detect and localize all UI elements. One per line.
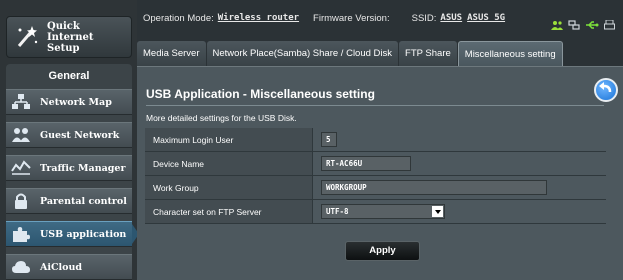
max-login-label: Maximum Login User — [145, 128, 312, 151]
form-row-charset: Character set on FTP Server UTF-8 — [145, 200, 606, 224]
status-icons — [551, 17, 615, 35]
usb-icon[interactable] — [585, 17, 599, 35]
tab-media-server[interactable]: Media Server — [137, 41, 206, 66]
ssid-link-1[interactable]: ASUS — [440, 13, 462, 23]
sidebar-item-traffic-manager[interactable]: Traffic Manager — [6, 155, 132, 181]
sidebar-item-label: AiCloud — [40, 261, 83, 273]
printer-icon[interactable] — [604, 17, 615, 35]
device-name-label: Device Name — [145, 152, 312, 175]
chevron-down-icon — [432, 206, 443, 217]
sidebar-item-label: Guest Network — [40, 129, 120, 141]
form-row-work-group: Work Group WORKGROUP — [145, 176, 606, 200]
lock-icon — [10, 191, 32, 211]
sidebar-item-aicloud[interactable]: AiCloud — [6, 254, 132, 280]
sidebar-item-parental-control[interactable]: Parental control — [6, 188, 132, 214]
magic-wand-icon — [13, 24, 39, 50]
tab-bar: Media Server Network Place(Samba) Share … — [137, 41, 564, 66]
charset-select[interactable]: UTF-8 — [321, 204, 445, 219]
device-name-input[interactable]: RT-AC66U — [321, 156, 411, 171]
content-panel: USB Application - Miscellaneous setting … — [137, 66, 623, 280]
sidebar-item-label: Parental control — [40, 195, 127, 207]
page-title: USB Application - Miscellaneous setting — [146, 87, 375, 101]
form-row-device-name: Device Name RT-AC66U — [145, 152, 606, 176]
sidebar-item-label: Network Map — [40, 96, 112, 108]
sidebar-item-network-map[interactable]: Network Map — [6, 89, 132, 115]
sidebar-item-label: Traffic Manager — [40, 162, 126, 174]
title-divider — [146, 105, 604, 106]
cloud-icon — [10, 257, 32, 277]
back-button[interactable] — [594, 78, 618, 102]
charset-label: Character set on FTP Server — [145, 200, 312, 223]
max-login-input[interactable]: 5 — [321, 132, 337, 147]
quick-internet-setup-button[interactable]: Quick Internet Setup — [6, 16, 132, 58]
charset-selected-value: UTF-8 — [326, 207, 349, 216]
puzzle-icon — [10, 224, 32, 244]
tab-miscellaneous-setting[interactable]: Miscellaneous setting — [457, 41, 563, 66]
tab-ftp-share[interactable]: FTP Share — [399, 41, 457, 66]
ssid-link-2[interactable]: ASUS_5G — [467, 13, 505, 23]
general-title: General — [48, 70, 90, 82]
sidebar-item-label: USB application — [40, 228, 127, 240]
form-row-max-login: Maximum Login User 5 — [145, 128, 606, 152]
ssid-label: SSID: — [411, 12, 437, 24]
quick-internet-setup-label: Quick Internet Setup — [47, 20, 94, 54]
tab-network-place-samba[interactable]: Network Place(Samba) Share / Cloud Disk — [206, 41, 399, 66]
traffic-manager-icon — [10, 158, 32, 178]
network-map-icon — [10, 92, 32, 112]
sidebar: Quick Internet Setup General Network Map… — [0, 0, 139, 280]
firmware-version-label: Firmware Version: — [313, 12, 390, 24]
settings-form: Maximum Login User 5 Device Name RT-AC66… — [145, 128, 606, 224]
network-icon[interactable] — [568, 17, 580, 35]
apply-button[interactable]: Apply — [345, 241, 420, 261]
operation-mode-label: Operation Mode: — [143, 12, 214, 24]
sidebar-item-usb-application[interactable]: USB application — [6, 221, 132, 247]
sidebar-item-guest-network[interactable]: Guest Network — [6, 122, 132, 148]
operation-mode-link[interactable]: Wireless router — [218, 13, 299, 23]
user-icon[interactable] — [551, 17, 563, 35]
guest-network-icon — [10, 125, 32, 145]
work-group-label: Work Group — [145, 176, 312, 199]
page-description: More detailed settings for the USB Disk. — [146, 113, 297, 123]
back-arrow-icon — [599, 82, 612, 93]
work-group-input[interactable]: WORKGROUP — [321, 180, 547, 195]
